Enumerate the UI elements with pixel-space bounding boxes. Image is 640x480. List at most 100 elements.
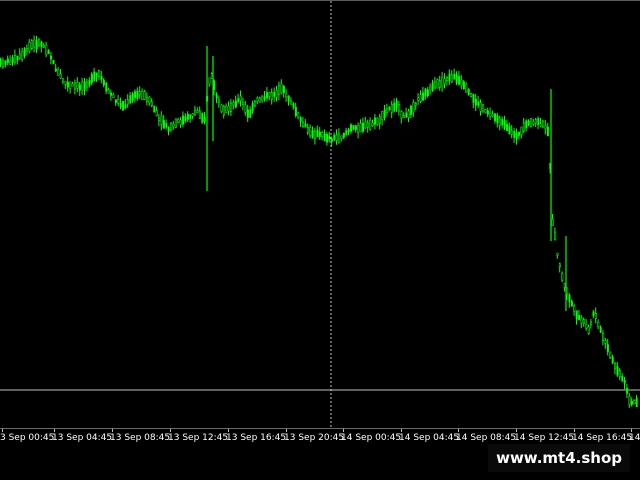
candle-body (578, 315, 581, 321)
candle-body (237, 98, 240, 103)
candle-body (554, 231, 557, 241)
candle-body (179, 119, 182, 126)
candle-body (124, 104, 127, 109)
candle-body (357, 125, 360, 133)
candle-body (628, 395, 631, 405)
time-axis-tick (228, 429, 229, 432)
candle-body (486, 110, 489, 115)
candle-body (518, 131, 521, 136)
candle-body (563, 283, 566, 288)
candle-body (424, 88, 427, 97)
time-axis-tick (112, 429, 113, 432)
candle-body (525, 120, 528, 129)
candle-body (191, 113, 194, 117)
candle-body (172, 123, 175, 127)
candle-body (81, 81, 84, 91)
candle-body (436, 79, 439, 89)
candle-body (371, 122, 374, 127)
candle-body (292, 103, 295, 108)
candle-body (318, 131, 321, 137)
candle-body (311, 130, 314, 139)
candle-body (527, 120, 530, 126)
candle-body (556, 252, 559, 256)
candle-body (182, 115, 185, 125)
price-chart-area[interactable] (0, 0, 640, 429)
candle-body (88, 79, 91, 86)
candle-body (458, 76, 461, 85)
candle-body (45, 44, 48, 55)
candle-body (273, 91, 276, 97)
time-axis-tick (170, 429, 171, 432)
candle-body (306, 127, 309, 133)
candle-body (328, 135, 331, 140)
time-axis-tick (631, 429, 632, 432)
time-axis-tick (401, 429, 402, 432)
candle-body (18, 53, 21, 59)
candle-body (143, 91, 146, 100)
candle-body (522, 122, 525, 132)
candle-body (304, 123, 307, 128)
candle-body (64, 81, 67, 85)
candle-body (28, 41, 31, 52)
candle-body (561, 272, 564, 281)
candle-body (616, 366, 619, 376)
candle-body (62, 78, 65, 83)
candle-body (503, 120, 506, 129)
candle-body (592, 311, 595, 317)
time-axis-label: 14 Sep 04:45 (399, 433, 460, 443)
candle-body (33, 39, 36, 48)
candle-body (222, 105, 225, 116)
candle-body (4, 60, 7, 65)
candle-body (9, 60, 12, 65)
candle-body (23, 48, 26, 57)
candle-body (400, 111, 403, 119)
candle-body (203, 116, 206, 123)
candle-body (474, 98, 477, 106)
candle-body (369, 120, 372, 130)
candle-body (0, 58, 2, 65)
candle-body (606, 344, 609, 352)
candle-body (568, 294, 571, 303)
candle-body (544, 125, 547, 130)
candle-body (609, 351, 612, 358)
candle-body (630, 400, 633, 405)
candle-body (597, 321, 600, 328)
candle-body (220, 104, 223, 112)
candle-body (302, 121, 305, 127)
candle-body (395, 100, 398, 107)
candle-body (174, 118, 177, 128)
candle-body (136, 90, 139, 99)
candle-body (498, 117, 501, 126)
candle-body (347, 129, 350, 133)
candle-body (213, 80, 216, 90)
candle-body (575, 310, 578, 320)
candle-body (333, 134, 336, 141)
candle-body (434, 81, 437, 89)
candle-body (508, 126, 511, 135)
candle-body (254, 100, 257, 107)
candle-body (546, 126, 549, 137)
candle-body (633, 400, 636, 404)
candle-body (297, 112, 300, 118)
candle-body (83, 81, 86, 91)
candle-body (321, 132, 324, 137)
candle-body (270, 92, 273, 100)
candle-body (47, 50, 50, 54)
time-axis-tick (286, 429, 287, 432)
candle-body (635, 397, 638, 407)
candle-body (251, 103, 254, 112)
time-axis-label: 13 Sep 16:45 (226, 433, 287, 443)
candle-body (167, 126, 170, 132)
candle-body (587, 326, 590, 335)
candle-body (76, 82, 79, 89)
candle-body (585, 324, 588, 329)
candle-body (594, 313, 597, 319)
time-axis-label: 14 Sep 08:45 (456, 433, 517, 443)
candle-body (462, 81, 465, 89)
candle-body (95, 72, 98, 77)
candlestick-chart[interactable] (0, 1, 640, 429)
candle-body (50, 55, 53, 60)
chart-window[interactable]: 3 Sep 00:45 13 Sep 04:45 13 Sep 08:45 13 Se… (0, 0, 640, 480)
candle-body (402, 115, 405, 119)
candle-body (405, 112, 408, 118)
